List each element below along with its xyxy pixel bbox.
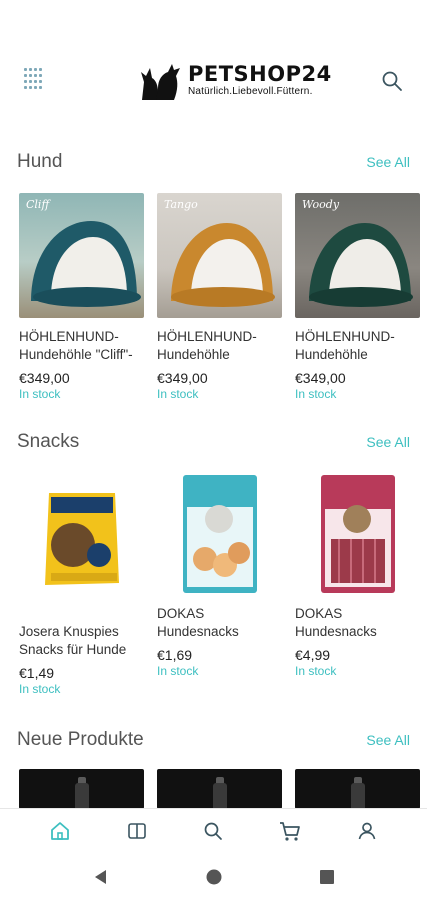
account-icon [358, 822, 376, 840]
cat-dog-logo-icon [141, 64, 180, 100]
search-icon [205, 822, 223, 840]
product-card[interactable]: Tango HÖHLENHUND-Hundehöhle €349,00 In s… [157, 193, 282, 401]
product-card[interactable]: DOKAS Hundesnacks €4,99 In stock [295, 473, 420, 696]
section-header-snacks: Snacks See All [17, 431, 410, 453]
product-name: HÖHLENHUND-Hundehöhle "Cliff"- [19, 329, 133, 362]
product-image [157, 473, 282, 595]
product-price: €349,00 [19, 370, 70, 386]
back-icon[interactable] [92, 868, 110, 886]
home-icon [51, 822, 70, 840]
stock-status: In stock [19, 387, 61, 401]
system-navigation-bar [0, 853, 427, 900]
product-variant-label: Tango [164, 198, 198, 211]
product-image[interactable] [19, 769, 144, 809]
nav-cart[interactable] [278, 819, 302, 843]
product-name: HÖHLENHUND-Hundehöhle [295, 329, 395, 362]
nav-account[interactable] [355, 819, 379, 843]
product-row-snacks: Josera Knuspies Snacks für Hunde €1,49 I… [19, 473, 421, 696]
nav-search[interactable] [201, 819, 225, 843]
section-header-neue-produkte: Neue Produkte See All [17, 729, 410, 751]
see-all-link[interactable]: See All [366, 154, 410, 170]
stock-status: In stock [295, 387, 337, 401]
product-image[interactable] [295, 769, 420, 809]
home-circle-icon[interactable] [205, 868, 223, 886]
brand-logo[interactable]: PETSHOP24 Natürlich.Liebevoll.Füttern. [138, 58, 332, 102]
product-card[interactable]: Josera Knuspies Snacks für Hunde €1,49 I… [19, 473, 144, 696]
product-image [295, 473, 420, 595]
product-price: €349,00 [295, 370, 346, 386]
product-price: €4,99 [295, 647, 331, 663]
product-card[interactable]: Woody HÖHLENHUND-Hundehöhle €349,00 In s… [295, 193, 420, 401]
section-title: Snacks [17, 431, 80, 452]
product-price: €1,69 [157, 647, 193, 663]
product-variant-label: Woody [302, 198, 340, 211]
brand-title: PETSHOP24 [188, 61, 332, 86]
stock-status: In stock [295, 664, 337, 678]
product-image: Tango [157, 193, 282, 318]
nav-catalog[interactable] [125, 819, 149, 843]
nav-home[interactable] [48, 819, 72, 843]
recents-icon[interactable] [318, 868, 336, 886]
product-name: HÖHLENHUND-Hundehöhle [157, 329, 257, 362]
bottom-navigation [0, 808, 427, 853]
product-image: Woody [295, 193, 420, 318]
catalog-icon [128, 823, 146, 839]
product-image: Cliff [19, 193, 144, 318]
see-all-link[interactable]: See All [366, 434, 410, 450]
product-price: €1,49 [19, 665, 55, 681]
product-name: DOKAS Hundesnacks [295, 606, 377, 639]
product-image[interactable] [157, 769, 282, 809]
section-title: Hund [17, 151, 63, 172]
section-title: Neue Produkte [17, 729, 144, 750]
menu-grid-icon[interactable] [24, 68, 46, 90]
product-card[interactable]: DOKAS Hundesnacks €1,69 In stock [157, 473, 282, 696]
product-image [19, 473, 144, 613]
see-all-link[interactable]: See All [366, 732, 410, 748]
product-price: €349,00 [157, 370, 208, 386]
stock-status: In stock [157, 387, 199, 401]
product-row-neue [19, 769, 421, 809]
product-variant-label: Cliff [26, 198, 50, 211]
stock-status: In stock [157, 664, 199, 678]
product-card[interactable]: Cliff HÖHLENHUND-Hundehöhle "Cliff"- €34… [19, 193, 144, 401]
section-header-hund: Hund See All [17, 151, 410, 173]
search-icon[interactable] [381, 70, 403, 92]
product-row-hund: Cliff HÖHLENHUND-Hundehöhle "Cliff"- €34… [19, 193, 421, 401]
app-header: PETSHOP24 Natürlich.Liebevoll.Füttern. [0, 0, 427, 130]
cart-icon [280, 822, 300, 841]
product-name: Josera Knuspies Snacks für Hunde [19, 624, 127, 657]
stock-status: In stock [19, 682, 61, 696]
product-name: DOKAS Hundesnacks [157, 606, 239, 639]
brand-tagline: Natürlich.Liebevoll.Füttern. [188, 85, 313, 97]
